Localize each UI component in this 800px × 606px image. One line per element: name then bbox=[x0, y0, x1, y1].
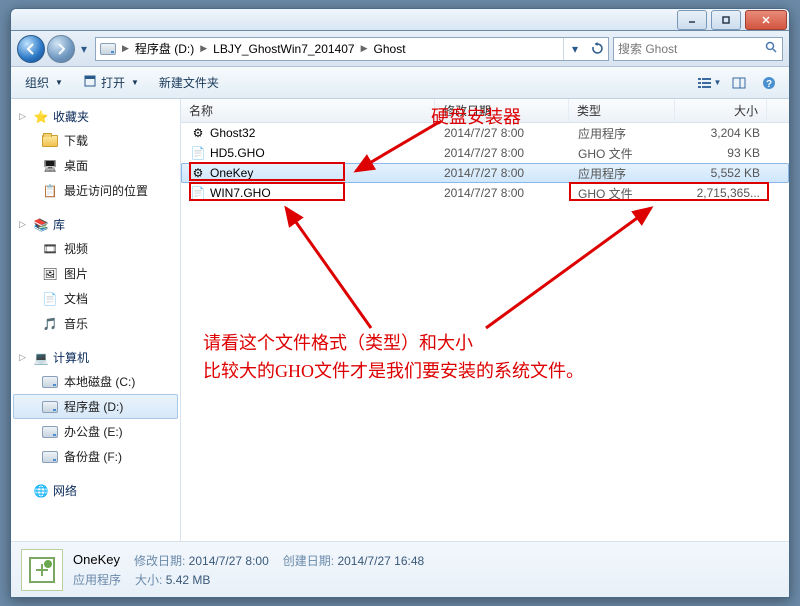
new-folder-button[interactable]: 新建文件夹 bbox=[151, 70, 227, 95]
app-icon: ⚙ bbox=[190, 125, 206, 141]
sidebar-downloads[interactable]: 下载 bbox=[13, 128, 178, 153]
details-pane: OneKey 修改日期: 2014/7/27 8:00 创建日期: 2014/7… bbox=[11, 541, 789, 597]
computer-header[interactable]: ▷💻计算机 bbox=[13, 346, 178, 369]
breadcrumb-folder2[interactable]: Ghost bbox=[370, 38, 410, 60]
open-button[interactable]: 打开▼ bbox=[75, 70, 147, 95]
nav-row: ▾ ▶ 程序盘 (D:) ▶ LBJY_GhostWin7_201407 ▶ G… bbox=[11, 31, 789, 67]
sidebar-videos[interactable]: 🎞视频 bbox=[13, 236, 178, 261]
recent-icon: 📋 bbox=[42, 183, 58, 199]
sidebar-drive-c[interactable]: 本地磁盘 (C:) bbox=[13, 369, 178, 394]
network-icon: 🌐 bbox=[33, 483, 49, 499]
sidebar-desktop[interactable]: 🖥桌面 bbox=[13, 153, 178, 178]
sidebar-drive-d[interactable]: 程序盘 (D:) bbox=[13, 394, 178, 419]
search-icon bbox=[765, 41, 778, 57]
nav-history-dropdown[interactable]: ▾ bbox=[77, 40, 91, 58]
folder-icon bbox=[42, 133, 58, 149]
selected-file-icon bbox=[21, 549, 63, 591]
drive-icon bbox=[42, 399, 58, 415]
computer-icon: 💻 bbox=[33, 350, 49, 366]
app-icon: ⚙ bbox=[190, 165, 206, 181]
network-header[interactable]: 🌐网络 bbox=[13, 479, 178, 502]
arrow-icon bbox=[281, 203, 381, 333]
star-icon: ⭐ bbox=[33, 109, 49, 125]
breadcrumb-sep-icon: ▶ bbox=[198, 43, 209, 54]
open-icon bbox=[83, 74, 97, 91]
close-button[interactable] bbox=[745, 10, 787, 30]
file-icon: 📄 bbox=[190, 145, 206, 161]
toolbar: 组织▼ 打开▼ 新建文件夹 ▼ ? bbox=[11, 67, 789, 99]
sidebar-pictures[interactable]: 🖼图片 bbox=[13, 261, 178, 286]
file-row[interactable]: 📄WIN7.GHO 2014/7/27 8:00 GHO 文件 2,715,36… bbox=[181, 183, 789, 203]
file-icon: 📄 bbox=[190, 185, 206, 201]
sidebar-music[interactable]: 🎵音乐 bbox=[13, 311, 178, 336]
annotation-text-line2: 比较大的GHO文件才是我们要安装的系统文件。 bbox=[203, 357, 584, 383]
sidebar-recent[interactable]: 📋最近访问的位置 bbox=[13, 178, 178, 203]
minimize-button[interactable] bbox=[677, 10, 707, 30]
navigation-pane: ▷⭐收藏夹 下载 🖥桌面 📋最近访问的位置 ▷📚库 🎞视频 🖼图片 📄文档 🎵音… bbox=[11, 99, 181, 541]
breadcrumb-sep-icon: ▶ bbox=[359, 43, 370, 54]
favorites-header[interactable]: ▷⭐收藏夹 bbox=[13, 105, 178, 128]
file-list-pane: 名称 修改日期 类型 大小 ⚙Ghost32 2014/7/27 8:00 应用… bbox=[181, 99, 789, 541]
sidebar-drive-e[interactable]: 办公盘 (E:) bbox=[13, 419, 178, 444]
col-date[interactable]: 修改日期 bbox=[435, 99, 569, 122]
annotation-text-line1: 请看这个文件格式（类型）和大小 bbox=[203, 329, 473, 355]
col-name[interactable]: 名称 bbox=[181, 99, 435, 122]
drive-icon bbox=[98, 39, 118, 59]
search-input[interactable]: 搜索 Ghost bbox=[613, 37, 783, 61]
drive-icon bbox=[42, 424, 58, 440]
address-bar[interactable]: ▶ 程序盘 (D:) ▶ LBJY_GhostWin7_201407 ▶ Gho… bbox=[95, 37, 609, 61]
titlebar[interactable] bbox=[11, 9, 789, 31]
forward-button[interactable] bbox=[47, 35, 75, 63]
pictures-icon: 🖼 bbox=[42, 266, 58, 282]
col-size[interactable]: 大小 bbox=[675, 99, 767, 122]
breadcrumb-drive[interactable]: 程序盘 (D:) bbox=[131, 38, 198, 60]
video-icon: 🎞 bbox=[42, 241, 58, 257]
view-options-button[interactable]: ▼ bbox=[695, 72, 723, 94]
organize-menu[interactable]: 组织▼ bbox=[17, 70, 71, 95]
library-icon: 📚 bbox=[33, 217, 49, 233]
status-type: 应用程序 bbox=[73, 571, 121, 588]
address-dropdown-button[interactable]: ▾ bbox=[564, 38, 586, 60]
col-type[interactable]: 类型 bbox=[569, 99, 675, 122]
svg-text:?: ? bbox=[766, 79, 772, 90]
documents-icon: 📄 bbox=[42, 291, 58, 307]
search-placeholder: 搜索 Ghost bbox=[618, 40, 677, 57]
drive-icon bbox=[42, 449, 58, 465]
file-row[interactable]: 📄HD5.GHO 2014/7/27 8:00 GHO 文件 93 KB bbox=[181, 143, 789, 163]
libraries-header[interactable]: ▷📚库 bbox=[13, 213, 178, 236]
preview-pane-button[interactable] bbox=[725, 72, 753, 94]
back-button[interactable] bbox=[17, 35, 45, 63]
maximize-button[interactable] bbox=[711, 10, 741, 30]
music-icon: 🎵 bbox=[42, 316, 58, 332]
help-button[interactable]: ? bbox=[755, 72, 783, 94]
drive-icon bbox=[42, 374, 58, 390]
refresh-button[interactable] bbox=[586, 38, 608, 60]
sidebar-drive-f[interactable]: 备份盘 (F:) bbox=[13, 444, 178, 469]
file-row-selected[interactable]: ⚙OneKey 2014/7/27 8:00 应用程序 5,552 KB bbox=[181, 163, 789, 183]
sidebar-documents[interactable]: 📄文档 bbox=[13, 286, 178, 311]
column-headers: 名称 修改日期 类型 大小 bbox=[181, 99, 789, 123]
status-filename: OneKey bbox=[73, 552, 120, 569]
breadcrumb-sep-icon: ▶ bbox=[120, 43, 131, 54]
file-row[interactable]: ⚙Ghost32 2014/7/27 8:00 应用程序 3,204 KB bbox=[181, 123, 789, 143]
explorer-window: ▾ ▶ 程序盘 (D:) ▶ LBJY_GhostWin7_201407 ▶ G… bbox=[10, 8, 790, 598]
breadcrumb-folder1[interactable]: LBJY_GhostWin7_201407 bbox=[209, 38, 358, 60]
desktop-icon: 🖥 bbox=[42, 158, 58, 174]
arrow-icon bbox=[481, 203, 661, 333]
